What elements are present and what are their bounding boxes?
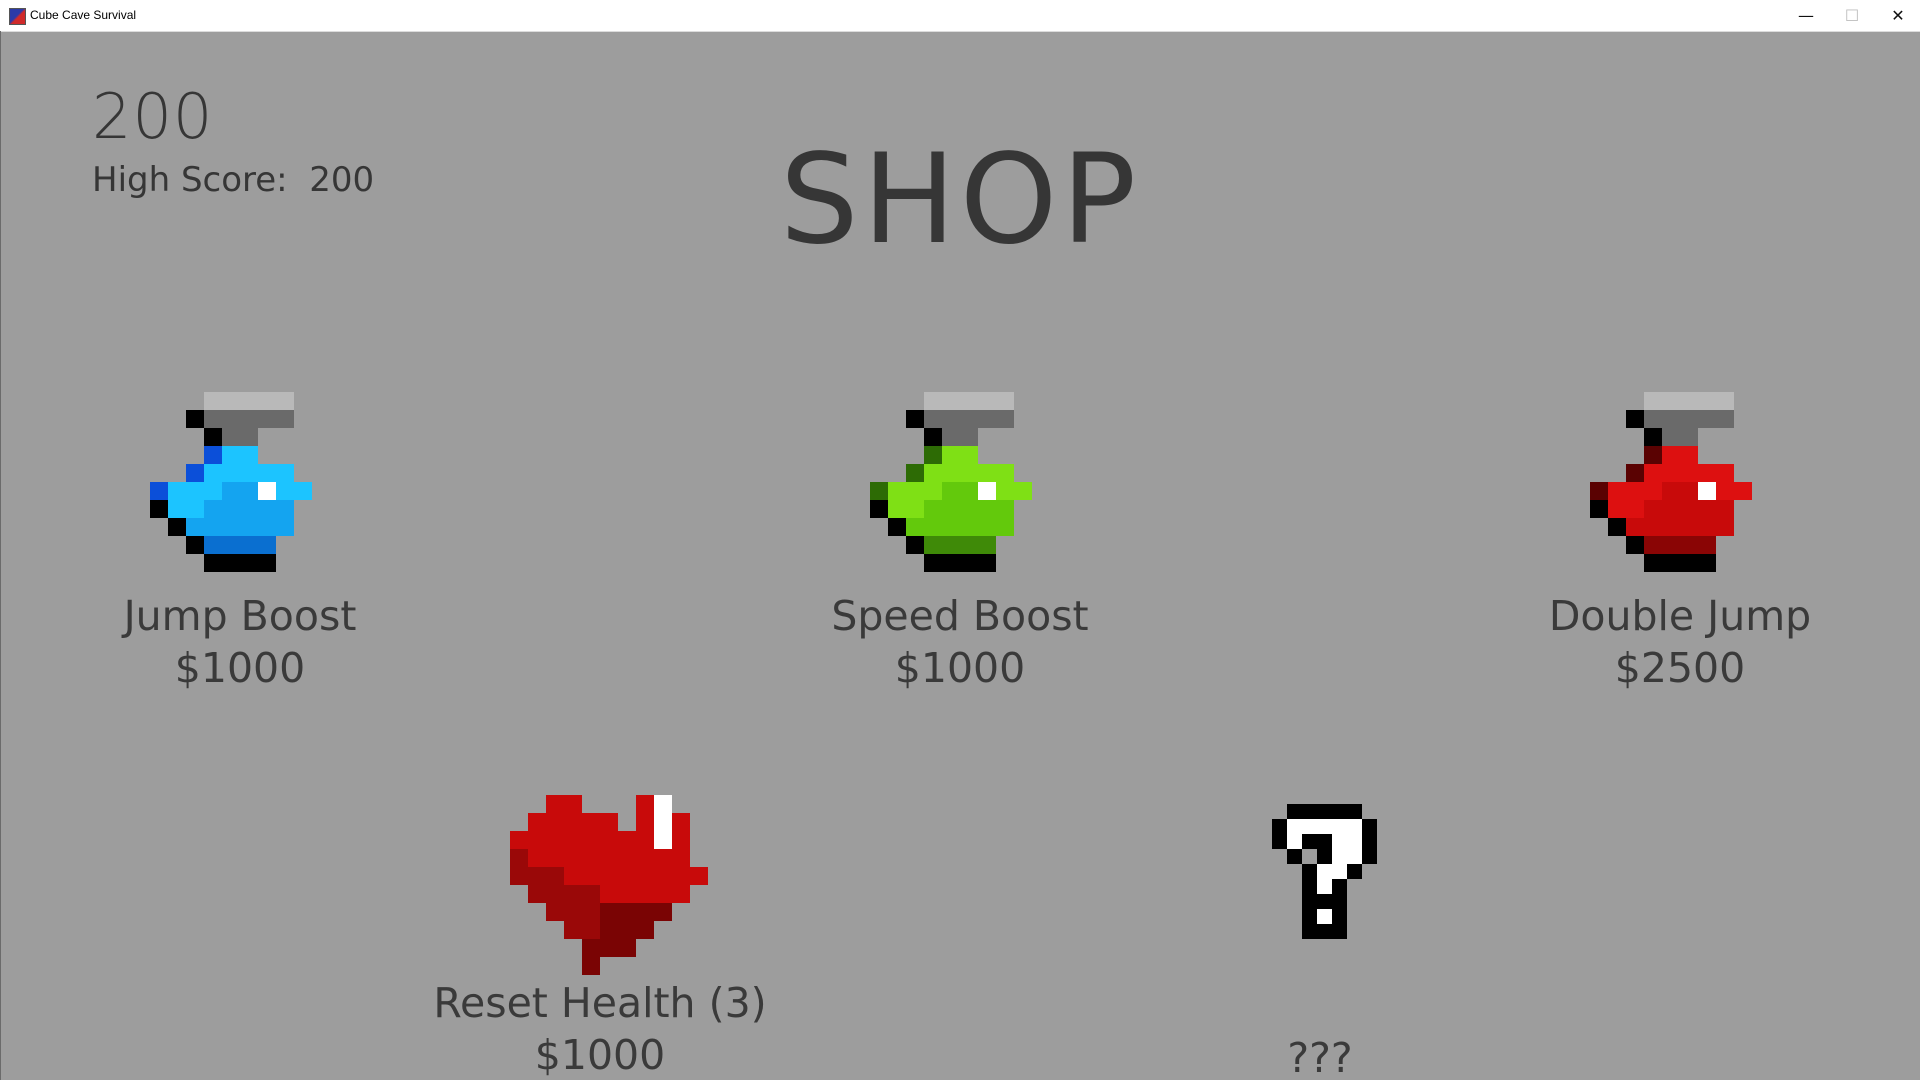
shop-item-reset-health[interactable]: Reset Health (3) $1000 bbox=[390, 977, 810, 1080]
app-icon bbox=[9, 8, 26, 25]
window-border bbox=[0, 31, 1, 1080]
item-price: $1000 bbox=[174, 644, 306, 692]
item-price: $1000 bbox=[534, 1031, 666, 1079]
item-price: $1000 bbox=[894, 644, 1026, 692]
shop-item-double-jump[interactable]: Double Jump $2500 bbox=[1470, 590, 1890, 694]
item-label: ??? bbox=[1287, 1034, 1353, 1080]
minimize-button[interactable]: — bbox=[1783, 0, 1829, 31]
window-title: Cube Cave Survival bbox=[30, 8, 137, 22]
shop-title: SHOP bbox=[779, 128, 1141, 272]
item-label: Jump Boost bbox=[123, 592, 357, 640]
current-score: 200 bbox=[92, 80, 214, 153]
item-label: Double Jump bbox=[1548, 592, 1812, 640]
close-button[interactable]: ✕ bbox=[1875, 0, 1920, 31]
maximize-button[interactable]: ☐ bbox=[1829, 0, 1875, 31]
high-score: High Score: 200 bbox=[92, 160, 375, 200]
item-label: Reset Health (3) bbox=[433, 979, 767, 1027]
shop-item-jump-boost[interactable]: Jump Boost $1000 bbox=[30, 590, 450, 694]
shop-item-mystery[interactable]: ??? bbox=[1110, 1032, 1530, 1080]
shop-item-speed-boost[interactable]: Speed Boost $1000 bbox=[750, 590, 1170, 694]
window-title-bar: Cube Cave Survival — ☐ ✕ bbox=[0, 0, 1920, 32]
item-price: $2500 bbox=[1614, 644, 1746, 692]
item-label: Speed Boost bbox=[831, 592, 1089, 640]
